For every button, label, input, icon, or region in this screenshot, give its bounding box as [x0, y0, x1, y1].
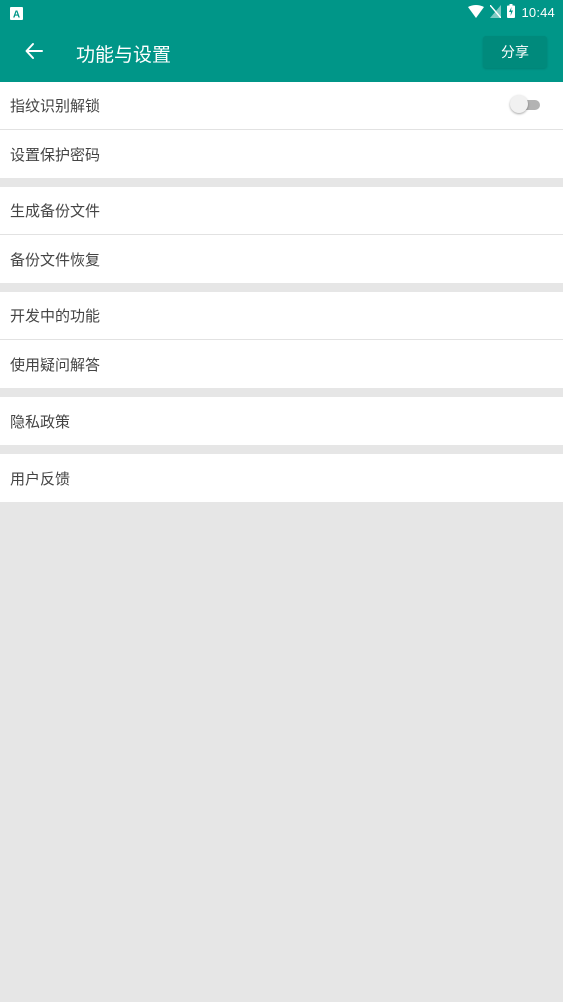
status-bar: A 10:44	[0, 0, 563, 24]
notification-icon: A	[10, 5, 23, 21]
row-label: 生成备份文件	[10, 202, 101, 220]
arrow-left-icon	[25, 42, 43, 64]
settings-list: 指纹识别解锁 设置保护密码 生成备份文件 备份文件恢复 开发中的功能 使用疑问解…	[0, 82, 563, 502]
row-label: 开发中的功能	[10, 307, 101, 325]
row-label: 指纹识别解锁	[10, 97, 101, 115]
toggle-knob	[510, 95, 528, 113]
settings-group-privacy: 隐私政策	[0, 397, 563, 445]
settings-group-backup: 生成备份文件 备份文件恢复	[0, 187, 563, 283]
user-feedback-row[interactable]: 用户反馈	[0, 454, 563, 502]
wifi-icon	[468, 3, 485, 22]
row-label: 使用疑问解答	[10, 355, 101, 374]
set-password-row[interactable]: 设置保护密码	[0, 130, 563, 178]
group-divider	[0, 178, 563, 187]
battery-charging-icon	[507, 3, 516, 22]
row-label: 隐私政策	[10, 412, 71, 431]
no-sim-icon	[489, 3, 502, 22]
row-label: 备份文件恢复	[10, 250, 101, 269]
create-backup-row[interactable]: 生成备份文件	[0, 187, 563, 235]
fingerprint-unlock-row[interactable]: 指纹识别解锁	[0, 82, 563, 130]
features-in-development-row[interactable]: 开发中的功能	[0, 292, 563, 340]
privacy-policy-row[interactable]: 隐私政策	[0, 397, 563, 445]
group-divider	[0, 388, 563, 397]
share-button[interactable]: 分享	[483, 36, 547, 68]
app-bar: 功能与设置 分享	[0, 24, 563, 82]
back-button[interactable]	[18, 37, 50, 69]
fingerprint-toggle[interactable]	[510, 95, 542, 113]
row-label: 用户反馈	[10, 469, 71, 488]
page-title: 功能与设置	[76, 44, 172, 66]
faq-row[interactable]: 使用疑问解答	[0, 340, 563, 388]
group-divider	[0, 445, 563, 454]
restore-backup-row[interactable]: 备份文件恢复	[0, 235, 563, 283]
settings-group-help: 开发中的功能 使用疑问解答	[0, 292, 563, 388]
status-time: 10:44	[521, 4, 555, 20]
group-divider	[0, 283, 563, 292]
svg-text:A: A	[13, 10, 20, 21]
settings-group-security: 指纹识别解锁 设置保护密码	[0, 82, 563, 178]
settings-group-feedback: 用户反馈	[0, 454, 563, 502]
row-label: 设置保护密码	[10, 145, 101, 164]
